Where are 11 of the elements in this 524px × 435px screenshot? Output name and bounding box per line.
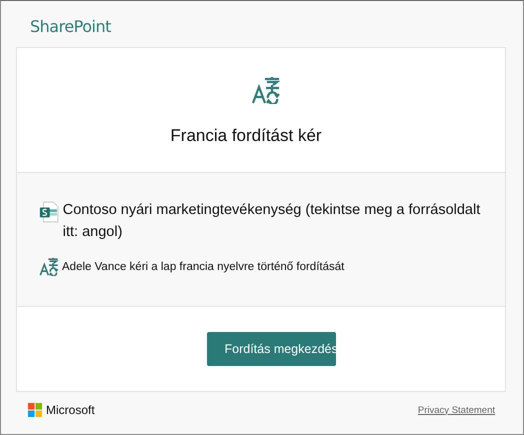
translate-icon <box>39 257 59 276</box>
privacy-link[interactable]: Privacy Statement <box>418 404 495 416</box>
request-title: Francia fordítást kér <box>170 126 322 146</box>
sharepoint-page-icon <box>39 200 59 224</box>
translate-icon <box>251 76 281 104</box>
page-title: Contoso nyári marketingtevékenység (tekintse meg a forrásoldalt itt: angol) <box>62 201 482 242</box>
start-translation-button[interactable]: Fordítás megkezdés <box>206 332 336 366</box>
requester-text: Adele Vance kéri a lap francia nyelvre történő fordítását <box>62 260 344 272</box>
microsoft-logo-icon <box>28 403 42 417</box>
company-name: Microsoft <box>46 403 95 417</box>
brand-title: SharePoint <box>29 16 112 31</box>
